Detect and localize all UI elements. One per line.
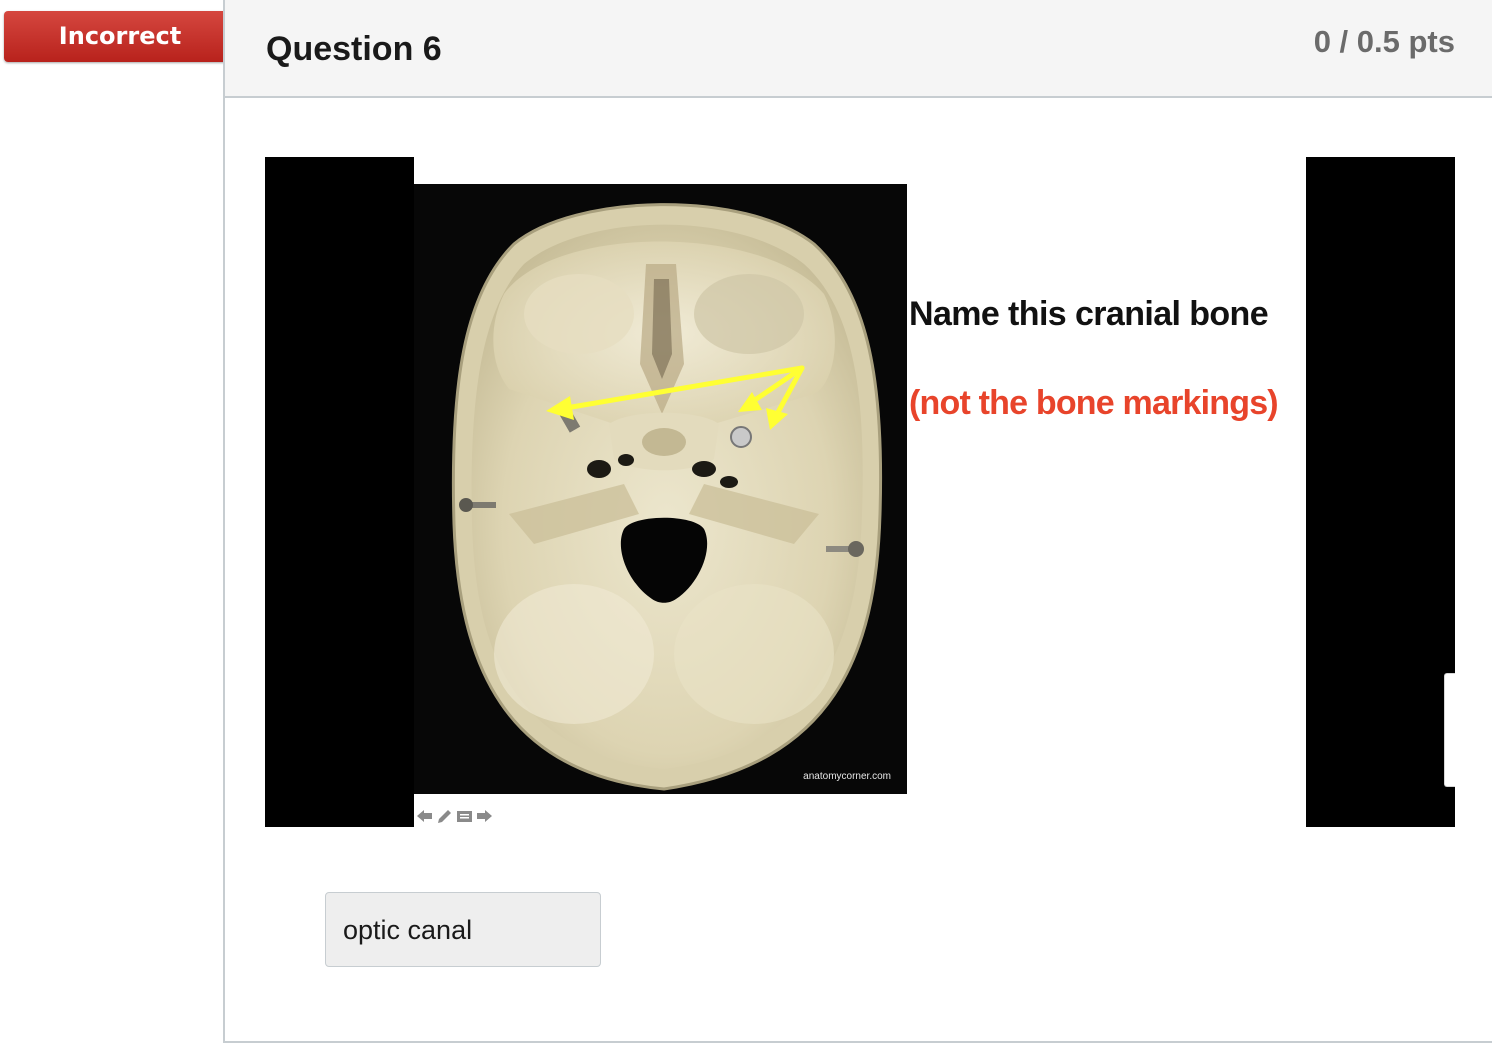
slide-right-letterbox [1306,157,1455,827]
arrow-left-icon[interactable] [416,808,433,824]
quiz-page: Incorrect Question 6 0 / 0.5 pts anatomy… [0,0,1492,1051]
slide-scrollbar[interactable] [1444,673,1455,787]
notes-icon[interactable] [456,808,473,824]
question-title: Question 6 [266,30,442,68]
question-points: 0 / 0.5 pts [1313,24,1455,59]
skull-base-photo: anatomycorner.com [414,184,907,794]
incorrect-badge: Incorrect [4,11,255,62]
arrow-right-icon[interactable] [476,808,493,824]
slide-prompt: Name this cranial bone [909,295,1269,333]
pencil-icon[interactable] [436,808,453,824]
answer-field: optic canal [325,892,601,967]
question-header: Question 6 0 / 0.5 pts [225,0,1492,98]
skull-illustration [451,203,883,791]
answer-value: optic canal [343,915,473,945]
slide-text: Name this cranial bone (not the bone mar… [909,295,1309,423]
incorrect-badge-label: Incorrect [58,22,182,50]
slide-controls [416,806,496,826]
photo-watermark: anatomycorner.com [803,771,891,782]
slide-left-letterbox [265,157,414,827]
slide-note: (not the bone markings) [909,384,1279,422]
